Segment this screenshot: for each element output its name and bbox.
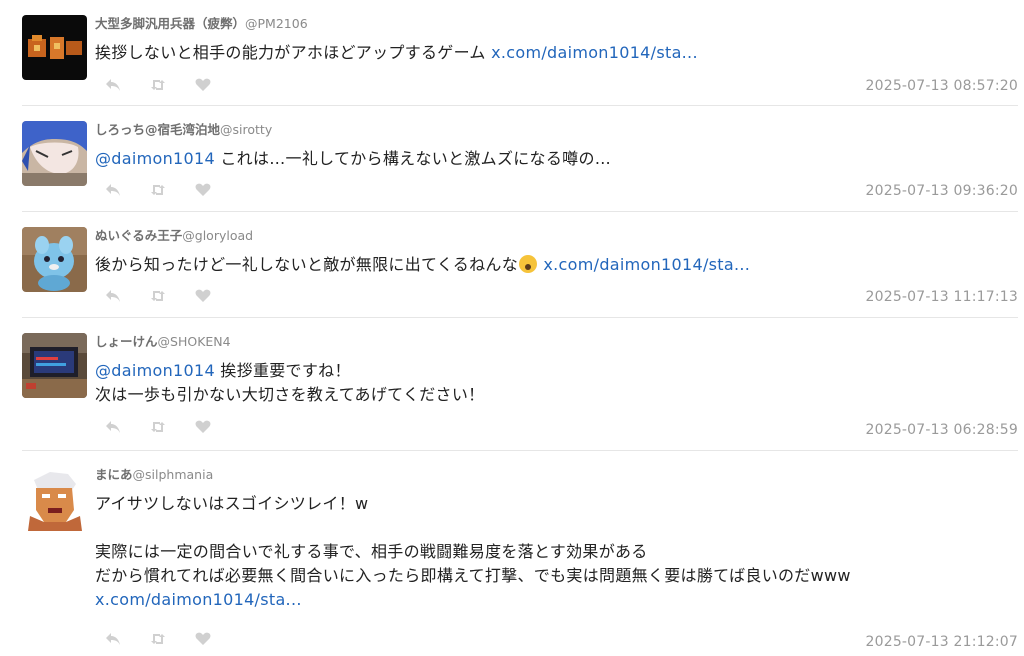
- display-name[interactable]: まにあ: [95, 467, 133, 482]
- display-name[interactable]: 大型多脚汎用兵器（疲弊）: [95, 16, 245, 31]
- retweet-icon: [151, 185, 165, 195]
- blue-hair-anime-avatar: [22, 121, 87, 186]
- divider: [22, 450, 1018, 451]
- orange-pixel-avatar: [22, 15, 87, 80]
- reply-icon: [106, 184, 120, 196]
- heart-icon: [195, 78, 211, 91]
- timestamp[interactable]: 2025-07-13 08:57:20: [866, 78, 1019, 94]
- reply-icon: [106, 633, 120, 645]
- avatar[interactable]: [22, 15, 87, 80]
- tweet-feed: 大型多脚汎用兵器（疲弊）@PM2106 挨拶しないと相手の能力がアホほどアップす…: [0, 0, 1024, 656]
- timestamp[interactable]: 2025-07-13 11:17:13: [866, 289, 1019, 305]
- author-line: まにあ@silphmania: [95, 464, 213, 483]
- scream-emoji-icon: [519, 255, 538, 273]
- like-button[interactable]: [194, 181, 212, 199]
- like-button[interactable]: [194, 630, 212, 648]
- reply-button[interactable]: [104, 181, 122, 199]
- timestamp[interactable]: 2025-07-13 21:12:07: [866, 634, 1019, 650]
- tweet-link[interactable]: x.com/daimon1014/sta...: [491, 43, 698, 62]
- display-name[interactable]: しょーけん: [95, 334, 158, 349]
- reply-icon: [106, 79, 120, 91]
- tweet-text-line: 実際には一定の間合いで礼する事で、相手の戦闘難易度を落とす効果がある: [95, 542, 648, 561]
- heart-icon: [195, 289, 211, 302]
- divider: [22, 211, 1018, 212]
- retweet-icon: [151, 422, 165, 432]
- tweet-text: 挨拶しないと相手の能力がアホほどアップするゲーム x.com/daimon101…: [95, 41, 1015, 65]
- tweet-text: @daimon1014 これは…一礼してから構えないと激ムズになる噂の…: [95, 147, 1015, 171]
- timestamp[interactable]: 2025-07-13 09:36:20: [866, 183, 1019, 199]
- reply-button[interactable]: [104, 418, 122, 436]
- reply-button[interactable]: [104, 287, 122, 305]
- display-name[interactable]: しろっち@宿毛湾泊地: [95, 122, 220, 137]
- retweet-button[interactable]: [149, 287, 167, 305]
- tweet-text: アイサツしないはスゴイシツレイ！w 実際には一定の間合いで礼する事で、相手の戦闘…: [95, 492, 1015, 612]
- reply-button[interactable]: [104, 76, 122, 94]
- retweet-icon: [151, 80, 165, 90]
- reply-icon: [106, 421, 120, 433]
- tweet-text-line: だから慣れてれば必要無く間合いに入ったら即構えて打撃、でも実は問題無く要は勝てば…: [95, 566, 851, 585]
- tweet-text-line: 次は一歩も引かない大切さを教えてあげてください！: [95, 385, 485, 404]
- tweet-text-content: 後から知ったけど一礼しないと敵が無限に出てくるねんな: [95, 255, 519, 274]
- mention-link[interactable]: @daimon1014: [95, 361, 215, 380]
- tweet-actions: [104, 181, 239, 199]
- author-line: 大型多脚汎用兵器（疲弊）@PM2106: [95, 13, 308, 32]
- tweet-text-content: 挨拶重要ですね！: [214, 361, 351, 380]
- retweet-icon: [151, 634, 165, 644]
- tweet-text-content: 挨拶しないと相手の能力がアホほどアップするゲーム: [95, 43, 492, 62]
- timestamp[interactable]: 2025-07-13 06:28:59: [866, 422, 1019, 438]
- like-button[interactable]: [194, 76, 212, 94]
- divider: [22, 317, 1018, 318]
- tweet-link[interactable]: x.com/daimon1014/sta...: [95, 590, 302, 609]
- retweet-button[interactable]: [149, 418, 167, 436]
- user-handle[interactable]: @PM2106: [245, 16, 308, 31]
- like-button[interactable]: [194, 418, 212, 436]
- tweet-text-content: これは…一礼してから構えないと激ムズになる噂の…: [214, 149, 612, 168]
- retweet-icon: [151, 291, 165, 301]
- like-button[interactable]: [194, 287, 212, 305]
- divider: [22, 105, 1018, 106]
- avatar[interactable]: [22, 466, 87, 531]
- retweet-button[interactable]: [149, 630, 167, 648]
- pixel-fighter-avatar: [22, 466, 87, 531]
- tweet-actions: [104, 287, 239, 305]
- tweet-actions: [104, 630, 239, 648]
- tweet-text: @daimon1014 挨拶重要ですね！ 次は一歩も引かない大切さを教えてあげて…: [95, 359, 1015, 407]
- avatar[interactable]: [22, 121, 87, 186]
- tweet-actions: [104, 418, 239, 436]
- user-handle[interactable]: @gloryload: [182, 228, 253, 243]
- heart-icon: [195, 632, 211, 645]
- reply-icon: [106, 290, 120, 302]
- author-line: しろっち@宿毛湾泊地@sirotty: [95, 119, 272, 138]
- avatar[interactable]: [22, 333, 87, 398]
- tweet-link[interactable]: x.com/daimon1014/sta...: [543, 255, 750, 274]
- avatar[interactable]: [22, 227, 87, 292]
- retweet-button[interactable]: [149, 181, 167, 199]
- author-line: ぬいぐるみ王子@gloryload: [95, 225, 253, 244]
- display-name[interactable]: ぬいぐるみ王子: [95, 228, 182, 243]
- tweet-text: 後から知ったけど一礼しないと敵が無限に出てくるねんな x.com/daimon1…: [95, 253, 1015, 277]
- user-handle[interactable]: @SHOKEN4: [158, 334, 231, 349]
- heart-icon: [195, 183, 211, 196]
- heart-icon: [195, 420, 211, 433]
- user-handle[interactable]: @sirotty: [220, 122, 272, 137]
- tweet-text-line: アイサツしないはスゴイシツレイ！w: [95, 494, 369, 513]
- user-handle[interactable]: @silphmania: [133, 467, 214, 482]
- author-line: しょーけん@SHOKEN4: [95, 331, 231, 350]
- retro-tv-avatar: [22, 333, 87, 398]
- tweet-actions: [104, 76, 239, 94]
- mention-link[interactable]: @daimon1014: [95, 149, 215, 168]
- plush-toy-avatar: [22, 227, 87, 292]
- reply-button[interactable]: [104, 630, 122, 648]
- retweet-button[interactable]: [149, 76, 167, 94]
